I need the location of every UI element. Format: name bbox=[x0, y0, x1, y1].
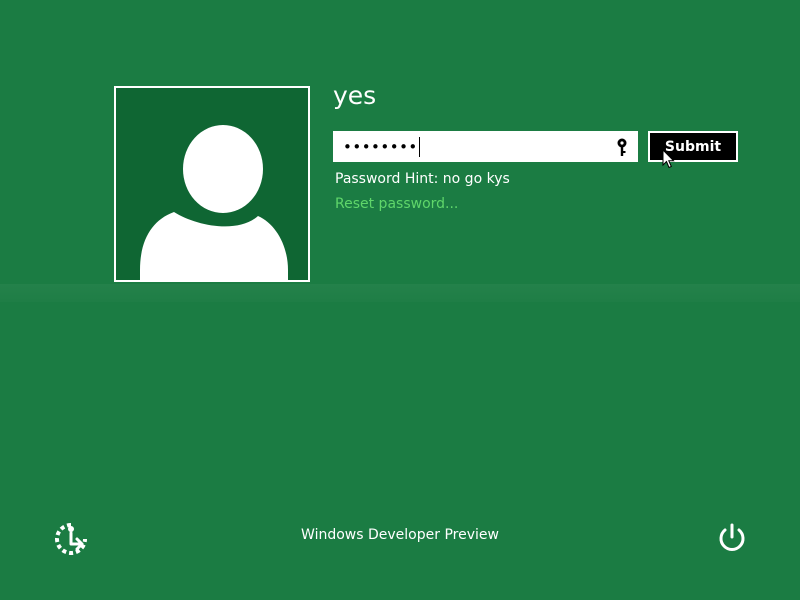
user-silhouette-icon bbox=[140, 125, 288, 280]
user-avatar bbox=[114, 86, 310, 282]
text-caret bbox=[418, 136, 420, 157]
mouse-pointer bbox=[662, 148, 676, 169]
power-icon[interactable] bbox=[716, 522, 748, 554]
password-hint: Password Hint: no go kys bbox=[335, 171, 510, 187]
user-name: yes bbox=[333, 81, 377, 110]
product-name: Windows Developer Preview bbox=[301, 527, 499, 543]
password-reveal-icon[interactable] bbox=[614, 137, 630, 157]
reset-password-link[interactable]: Reset password... bbox=[335, 195, 458, 213]
password-field[interactable]: •••••••• bbox=[333, 131, 638, 162]
background-band bbox=[0, 284, 800, 302]
password-value: •••••••• bbox=[343, 137, 418, 156]
